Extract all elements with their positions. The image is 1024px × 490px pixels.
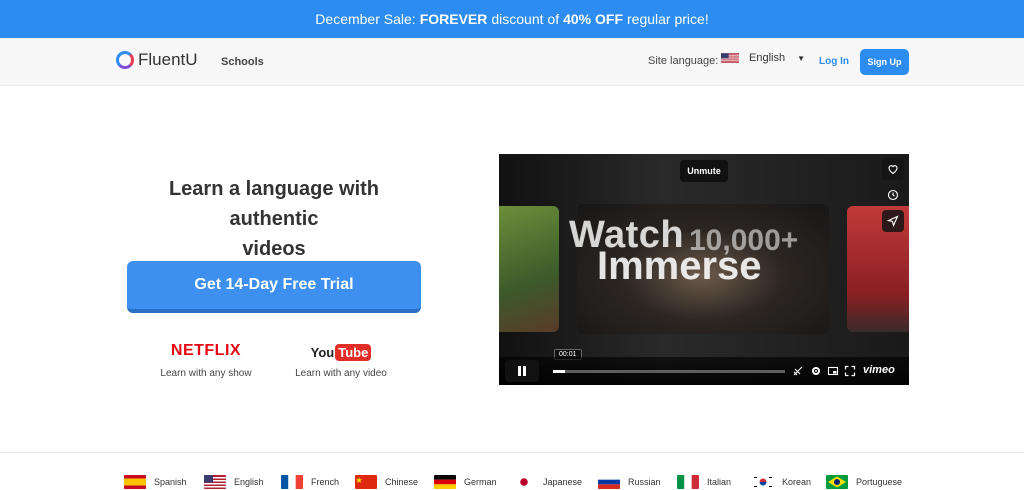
share-button[interactable] (882, 210, 904, 232)
promo-prefix: December Sale: (315, 11, 416, 27)
language-label: Portuguese (856, 477, 903, 487)
pause-icon (518, 366, 526, 376)
free-trial-button[interactable]: Get 14-Day Free Trial (127, 261, 421, 313)
pause-button[interactable] (505, 360, 539, 382)
youtube-logo-tube: Tube (335, 343, 372, 361)
vimeo-logo[interactable]: vimeo (863, 364, 895, 376)
site-language-label: Site language: (648, 55, 719, 67)
language-korean[interactable]: Korean (752, 475, 811, 489)
logo-icon (116, 51, 134, 69)
send-icon (887, 215, 899, 227)
like-button[interactable] (882, 158, 904, 180)
us-flag-icon (204, 475, 226, 489)
language-label: French (311, 477, 340, 487)
pip-button[interactable] (826, 364, 840, 378)
france-flag-icon (281, 475, 303, 489)
video-player[interactable]: Watch 10,000+ Immerse Unmute 00:01 vimeo (499, 154, 909, 385)
us-flag-icon (721, 53, 739, 63)
brazil-flag-icon (826, 475, 848, 489)
site-language-select[interactable]: English ▼ (721, 52, 805, 64)
hero-headline: Learn a language with authentic videos (124, 174, 424, 264)
top-nav: FluentU Schools Site language: English ▼… (0, 38, 1024, 86)
netflix-caption: Learn with any show (160, 368, 252, 379)
youtube-logo-you: You (310, 344, 335, 360)
video-overlay-immerse: Immerse (597, 244, 762, 288)
fullscreen-button[interactable] (843, 364, 857, 378)
promo-highlight: FOREVER (419, 11, 488, 27)
promo-middle: discount of (491, 11, 560, 27)
language-japanese[interactable]: Japanese (513, 475, 582, 489)
language-bar: Spanish English French Chinese German Ja… (0, 452, 1024, 490)
fullscreen-icon (844, 365, 856, 377)
language-italian[interactable]: Italian (677, 475, 731, 489)
video-progress-bar[interactable] (553, 370, 785, 373)
language-french[interactable]: French (281, 475, 339, 489)
language-label: Chinese (385, 477, 419, 487)
germany-flag-icon (434, 475, 456, 489)
italy-flag-icon (677, 475, 699, 489)
signup-button[interactable]: Sign Up (860, 49, 909, 75)
language-label: Japanese (543, 477, 583, 487)
language-label: English (234, 477, 264, 487)
hero-headline-line2: videos (242, 238, 306, 260)
watch-later-button[interactable] (882, 184, 904, 206)
japan-flag-icon (513, 475, 535, 489)
language-label: Italian (707, 477, 732, 487)
china-flag-icon (355, 475, 377, 489)
gear-icon (812, 367, 820, 375)
video-progress-fill (553, 370, 565, 373)
clock-icon (887, 189, 899, 201)
logo-text: FluentU (138, 50, 198, 69)
logo[interactable]: FluentU (116, 50, 198, 70)
language-portuguese[interactable]: Portuguese (826, 475, 902, 489)
heart-icon (888, 165, 898, 175)
language-english[interactable]: English (204, 475, 264, 489)
language-label: Korean (782, 477, 812, 487)
nav-link-schools[interactable]: Schools (221, 56, 264, 68)
video-thumb-left (499, 206, 559, 332)
promo-suffix: regular price! (627, 11, 709, 27)
netflix-brand: NETFLIX Learn with any show (160, 342, 252, 379)
youtube-logo: You Tube (294, 342, 388, 362)
spain-flag-icon (124, 475, 146, 489)
language-label: Spanish (154, 477, 187, 487)
site-language-value: English (749, 52, 786, 64)
language-label: German (464, 477, 497, 487)
language-german[interactable]: German (434, 475, 497, 489)
korea-flag-icon (752, 475, 774, 489)
unmute-button[interactable]: Unmute (680, 160, 728, 182)
promo-percent: 40% OFF (563, 11, 623, 27)
picture-in-picture-icon (827, 366, 839, 376)
chevron-down-icon: ▼ (797, 53, 805, 63)
captions-off-button[interactable] (791, 364, 805, 378)
language-label: Russian (628, 477, 661, 487)
settings-button[interactable] (809, 364, 823, 378)
youtube-caption: Learn with any video (295, 368, 387, 379)
youtube-brand: You Tube Learn with any video (294, 342, 388, 379)
netflix-logo: NETFLIX (170, 342, 242, 359)
video-controls: vimeo (499, 357, 909, 385)
russia-flag-icon (598, 475, 620, 489)
hero-headline-line1: Learn a language with authentic (168, 178, 380, 230)
language-russian[interactable]: Russian (598, 475, 661, 489)
captions-off-icon (793, 366, 803, 376)
language-chinese[interactable]: Chinese (355, 475, 418, 489)
promo-banner[interactable]: December Sale: FOREVER discount of 40% O… (0, 0, 1024, 38)
language-spanish[interactable]: Spanish (124, 475, 187, 489)
login-link[interactable]: Log In (819, 56, 849, 67)
